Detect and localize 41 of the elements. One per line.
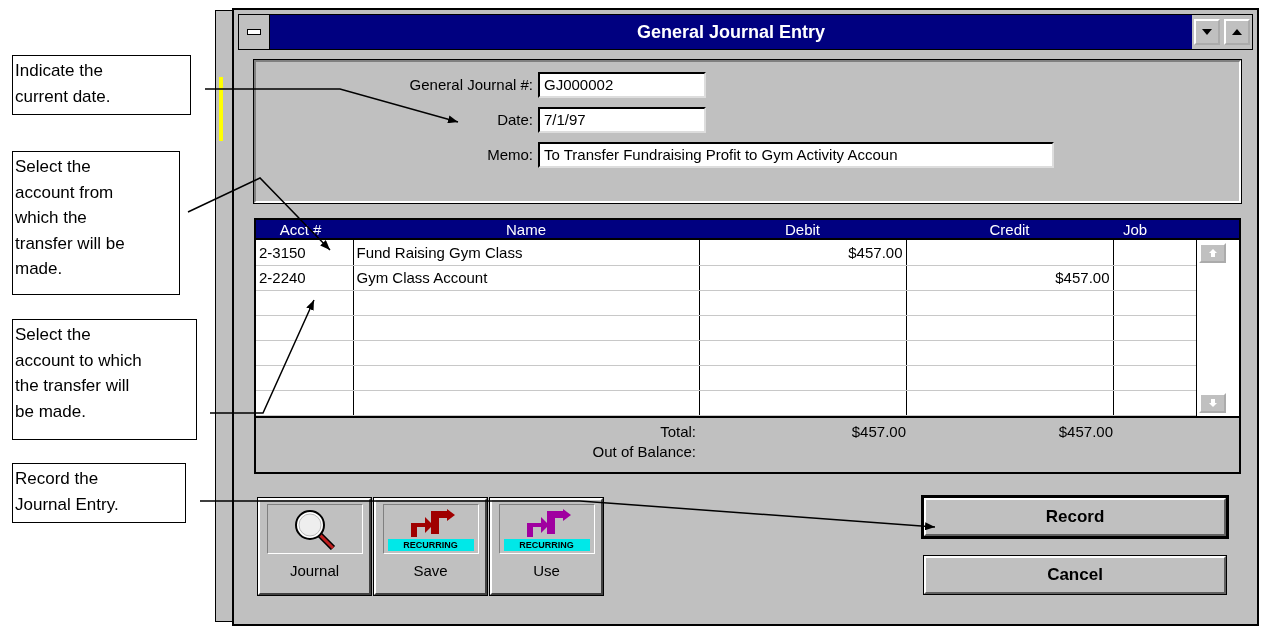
down-triangle-icon bbox=[1202, 29, 1212, 35]
recurring-badge: RECURRING bbox=[503, 538, 590, 551]
field-label: Date: bbox=[496, 109, 534, 130]
action-button[interactable]: Record bbox=[924, 497, 1226, 536]
magnifier-icon bbox=[292, 507, 337, 550]
column-header[interactable]: Debit bbox=[699, 220, 906, 238]
toolbar-button[interactable]: RECURRING Save bbox=[374, 497, 487, 595]
minimize-button[interactable] bbox=[1194, 19, 1220, 45]
total-label: Out of Balance: bbox=[592, 442, 696, 460]
field-label: General Journal #: bbox=[408, 74, 534, 95]
table-cell: 2-3150 bbox=[256, 240, 353, 265]
callout-note: Select the account to which the transfer will be made. bbox=[12, 319, 197, 440]
up-triangle-icon bbox=[1232, 29, 1242, 35]
column-header[interactable]: Name bbox=[353, 220, 699, 238]
recurring-badge: RECURRING bbox=[387, 538, 474, 551]
callout-note: Record the Journal Entry. bbox=[12, 463, 186, 523]
total-label: Total: bbox=[660, 422, 696, 440]
total-value: $457.00 bbox=[851, 422, 906, 440]
table-cell: Gym Class Account bbox=[353, 265, 699, 290]
callout-note: Select the account from which the transfer will be made. bbox=[12, 151, 180, 295]
field-label: Memo: bbox=[486, 144, 534, 165]
dash-icon bbox=[247, 29, 261, 35]
column-header[interactable]: Job bbox=[1113, 220, 1196, 238]
table-cell: $457.00 bbox=[699, 240, 906, 265]
text-field[interactable]: GJ000002 bbox=[538, 72, 706, 98]
toolbar-button[interactable]: RECURRING Use bbox=[490, 497, 603, 595]
toolbar-button[interactable]: Journal bbox=[258, 497, 371, 595]
callout-note: Indicate the current date. bbox=[12, 55, 191, 115]
column-header[interactable]: Acct # bbox=[256, 220, 353, 238]
down-arrow-icon bbox=[1208, 398, 1217, 407]
text-field[interactable]: 7/1/97 bbox=[538, 107, 706, 133]
total-value: $457.00 bbox=[1058, 422, 1113, 440]
table-cell: Fund Raising Gym Class bbox=[353, 240, 699, 265]
window-title: General Journal Entry bbox=[270, 15, 1192, 49]
maximize-button[interactable] bbox=[1224, 19, 1250, 45]
table-cell: 2-2240 bbox=[256, 265, 353, 290]
column-header[interactable]: Credit bbox=[906, 220, 1113, 238]
up-arrow-icon bbox=[1208, 249, 1217, 257]
text-field[interactable]: To Transfer Fundraising Profit to Gym Activity Accoun bbox=[538, 142, 1054, 168]
action-button[interactable]: Cancel bbox=[924, 555, 1226, 594]
table-cell: $457.00 bbox=[906, 265, 1113, 290]
